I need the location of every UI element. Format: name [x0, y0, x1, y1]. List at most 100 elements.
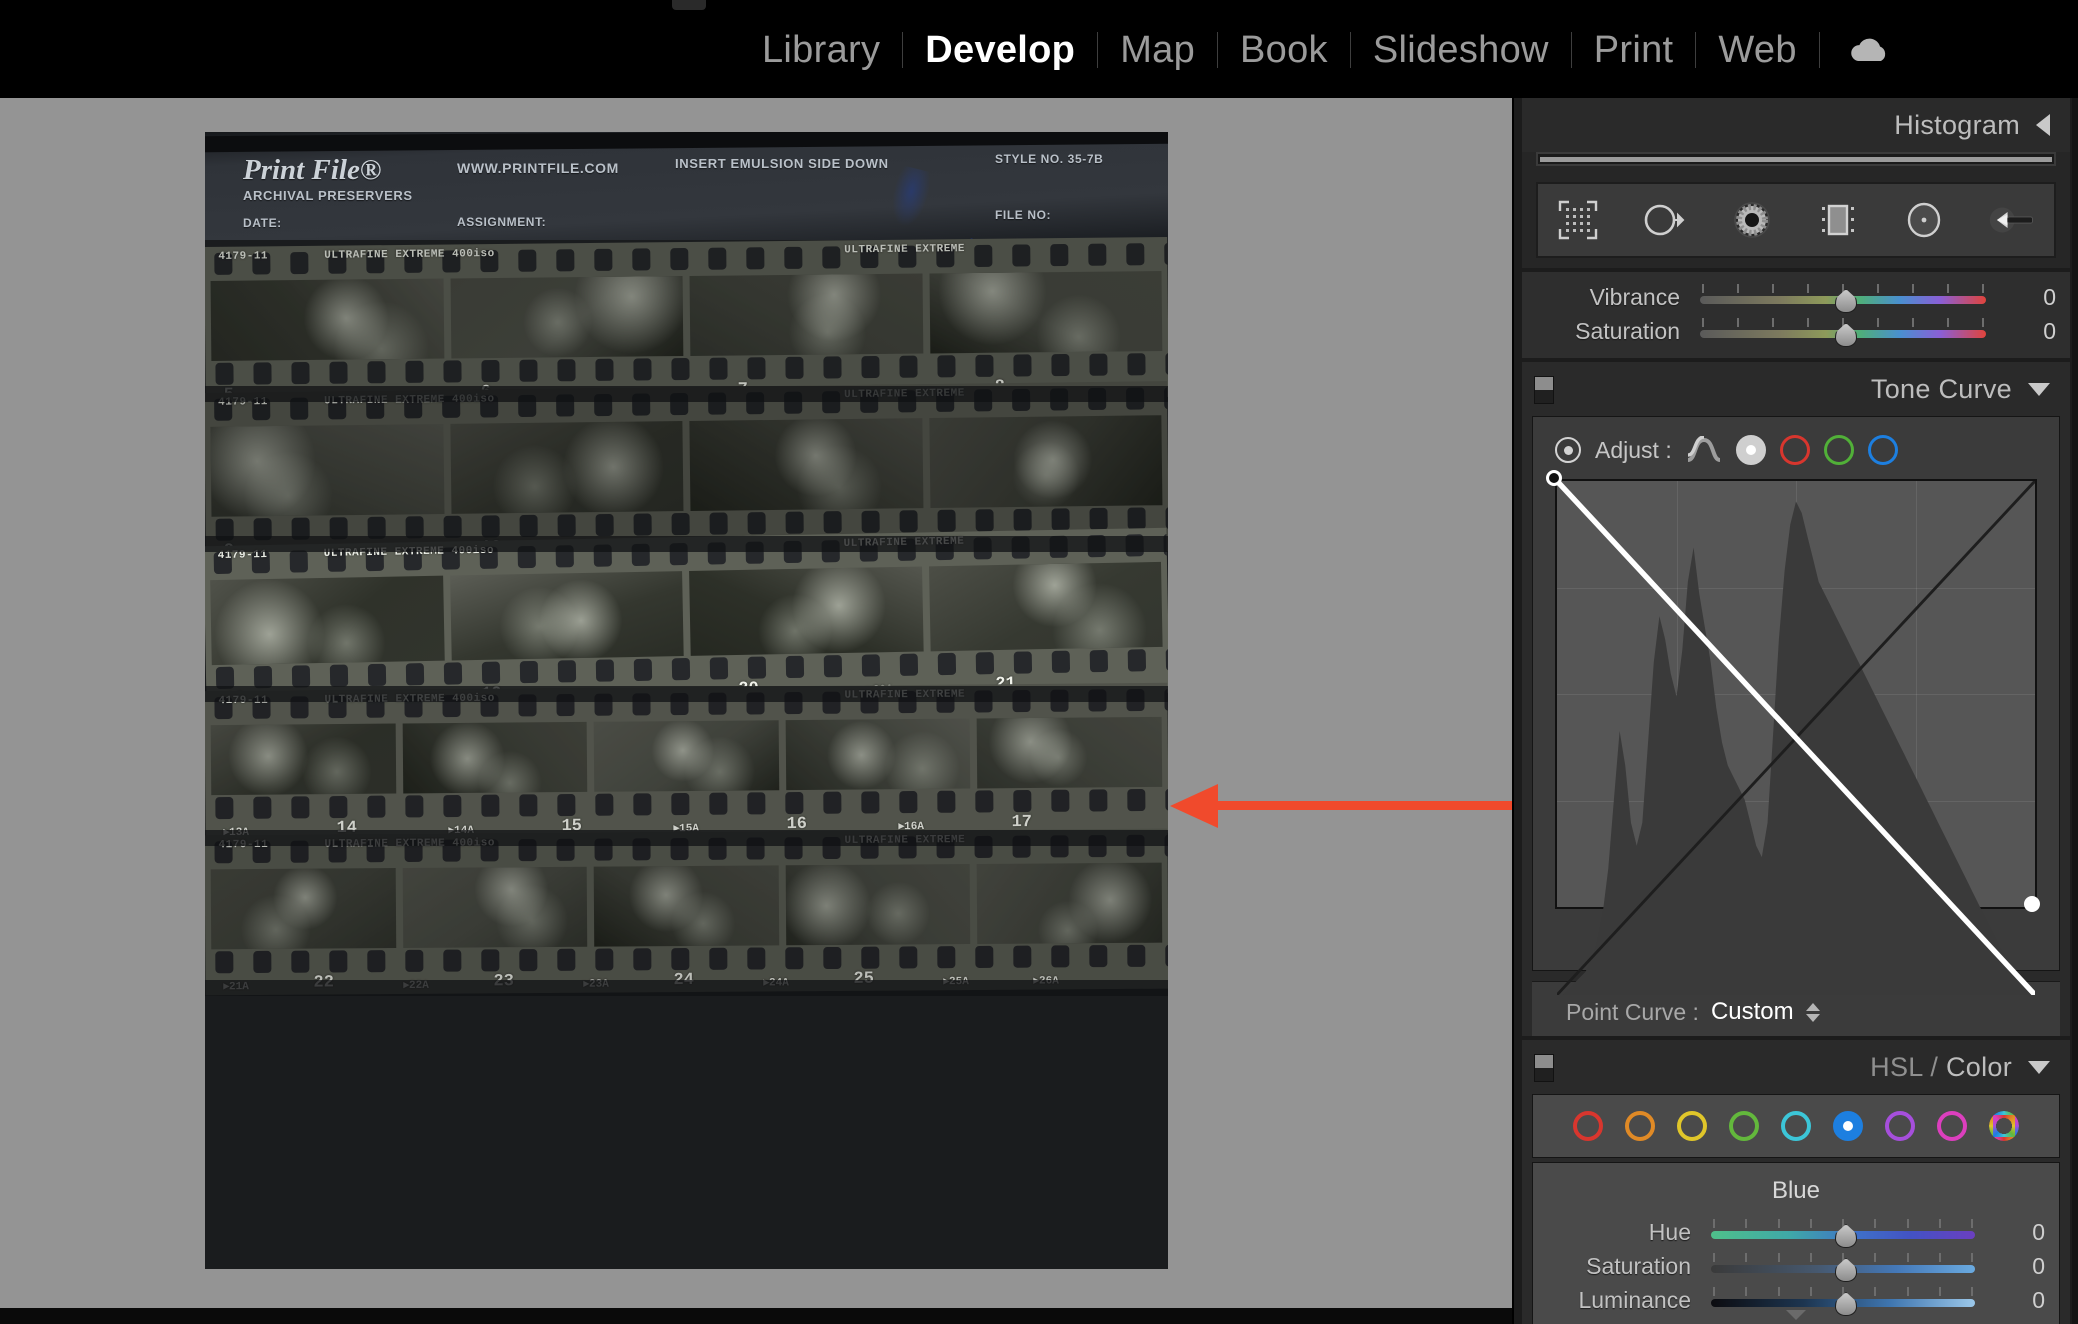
film-frames: [205, 271, 1168, 361]
slider-value-vibrance[interactable]: 0: [1994, 284, 2056, 311]
slider-track-vibrance[interactable]: [1698, 284, 1994, 310]
hsl-swatch-orange[interactable]: [1625, 1111, 1655, 1141]
film-frames: [205, 863, 1168, 950]
sleeve-pocket-gap: [205, 830, 1168, 846]
film-frame: [785, 864, 970, 945]
sleeve-pocket-gap: [205, 386, 1168, 402]
slider-track-saturation[interactable]: [1709, 1253, 1983, 1279]
hsl-title-hsl: HSL: [1870, 1052, 1922, 1082]
hsl-swatch-red[interactable]: [1573, 1111, 1603, 1141]
film-frame: [594, 720, 779, 792]
target-adjust-icon[interactable]: [1555, 437, 1581, 463]
film-frame: [689, 566, 923, 655]
panel-switch-icon[interactable]: [1534, 1054, 1554, 1082]
hsl-swatch-magenta[interactable]: [1937, 1111, 1967, 1141]
triangle-down-icon[interactable]: [2028, 1061, 2050, 1074]
blue-channel-icon[interactable]: [1868, 435, 1898, 465]
hsl-swatch-purple[interactable]: [1885, 1111, 1915, 1141]
slider-track-hue[interactable]: [1709, 1219, 1983, 1245]
film-frames: [205, 562, 1168, 665]
tone-curve-point-shadow[interactable]: [1546, 470, 1562, 486]
rgb-channel-icon[interactable]: [1736, 435, 1766, 465]
slider-label-saturation: Saturation: [1533, 1253, 1709, 1280]
film-frame: [785, 719, 970, 791]
sleeve-insert-note: INSERT EMULSION SIDE DOWN: [675, 156, 889, 171]
parametric-curve-channel-icon[interactable]: [1686, 435, 1722, 465]
image-canvas[interactable]: Print File® ARCHIVAL PRESERVERS DATE: WW…: [0, 98, 1512, 1324]
film-sleeve-header: Print File® ARCHIVAL PRESERVERS DATE: WW…: [205, 132, 1168, 240]
hsl-title-color: Color: [1946, 1052, 2012, 1082]
film-frame: [450, 571, 684, 660]
film-frame: [210, 424, 444, 517]
develop-right-panel: Histogram: [1512, 98, 2078, 1324]
hsl-swatch-aqua[interactable]: [1781, 1111, 1811, 1141]
printfile-website-text: WWW.PRINTFILE.COM: [457, 160, 619, 176]
red-channel-icon[interactable]: [1780, 435, 1810, 465]
histogram-graph-fill: [1540, 157, 2052, 162]
module-item-map[interactable]: Map: [1098, 27, 1217, 73]
slider-value-hue[interactable]: 0: [1983, 1219, 2045, 1246]
hsl-swatch-green[interactable]: [1729, 1111, 1759, 1141]
green-channel-icon[interactable]: [1824, 435, 1854, 465]
canvas-bottom-bar: [0, 1308, 1512, 1324]
point-curve-value[interactable]: Custom: [1711, 998, 1794, 1026]
module-item-develop[interactable]: Develop: [903, 27, 1097, 73]
panel-scrollbar[interactable]: [2072, 98, 2078, 1324]
film-edge-code: 4179-11: [218, 250, 268, 263]
graduated-filter-tool[interactable]: [1816, 196, 1860, 244]
hsl-swatch-all[interactable]: [1989, 1111, 2019, 1141]
point-curve-stepper-icon[interactable]: [1806, 1003, 1820, 1022]
module-item-book[interactable]: Book: [1218, 27, 1350, 73]
tone-curve-adjust-label: Adjust :: [1595, 437, 1672, 464]
ink-smudge-mark: [886, 165, 933, 230]
cloud-icon[interactable]: [1846, 34, 1892, 66]
histogram-header[interactable]: Histogram: [1522, 98, 2070, 152]
slider-label-hue: Hue: [1533, 1219, 1709, 1246]
film-frame: [977, 863, 1162, 944]
film-frame: [402, 722, 587, 794]
hsl-color-title: HSL / Color: [1870, 1052, 2012, 1083]
tone-curve-header[interactable]: Tone Curve: [1522, 362, 2070, 416]
slider-value-saturation[interactable]: 0: [1983, 1253, 2045, 1280]
annotation-arrow-head: [1170, 784, 1218, 828]
radial-filter-tool[interactable]: [1902, 196, 1946, 244]
triangle-down-icon[interactable]: [2028, 383, 2050, 396]
module-separator: [1819, 32, 1820, 68]
crop-overlay-tool[interactable]: [1556, 196, 1600, 244]
histogram-graph[interactable]: [1536, 152, 2056, 166]
panel-toggle-notch[interactable]: [672, 0, 706, 10]
slider-track-saturation[interactable]: [1698, 318, 1994, 344]
sleeve-assignment-label: ASSIGNMENT:: [457, 215, 546, 229]
hsl-swatch-blue[interactable]: [1833, 1111, 1863, 1141]
film-strip: 4179-11ULTRAFINE EXTREME 400isoULTRAFINE…: [205, 683, 1168, 841]
film-frame: [929, 271, 1162, 353]
sleeve-pocket-gap: [205, 980, 1168, 996]
film-frame: [211, 868, 396, 949]
module-item-library[interactable]: Library: [740, 27, 902, 73]
contact-sheet-photo[interactable]: Print File® ARCHIVAL PRESERVERS DATE: WW…: [205, 132, 1168, 1269]
slider-row-saturation: Saturation 0: [1533, 1249, 2059, 1283]
red-eye-correction-tool[interactable]: [1730, 196, 1774, 244]
sleeve-date-label: DATE:: [243, 216, 282, 230]
film-frame: [211, 279, 444, 361]
film-frame: [689, 418, 923, 511]
presence-sliders-group: Vibrance0Saturation0: [1522, 272, 2070, 358]
slider-value-luminance[interactable]: 0: [1983, 1287, 2045, 1314]
tone-curve-point-highlight[interactable]: [2024, 896, 2040, 912]
slider-value-saturation[interactable]: 0: [1994, 318, 2056, 345]
panel-switch-icon[interactable]: [1534, 376, 1554, 404]
module-item-web[interactable]: Web: [1696, 27, 1818, 73]
spot-removal-tool[interactable]: [1642, 196, 1688, 244]
hsl-swatch-yellow[interactable]: [1677, 1111, 1707, 1141]
histogram-panel: Histogram: [1522, 98, 2070, 268]
module-item-print[interactable]: Print: [1572, 27, 1696, 73]
point-curve-label: Point Curve :: [1566, 999, 1699, 1026]
hsl-color-header[interactable]: HSL / Color: [1522, 1040, 2070, 1094]
adjustment-brush-tool[interactable]: [1988, 196, 2036, 244]
tone-curve-graph[interactable]: [1555, 479, 2037, 909]
slider-track-luminance[interactable]: [1709, 1287, 1983, 1313]
panel-collapse-triangle-icon[interactable]: [1786, 1310, 1806, 1320]
triangle-left-icon[interactable]: [2036, 114, 2050, 136]
printfile-brand-text: Print File®: [243, 154, 382, 187]
module-item-slideshow[interactable]: Slideshow: [1351, 27, 1571, 73]
